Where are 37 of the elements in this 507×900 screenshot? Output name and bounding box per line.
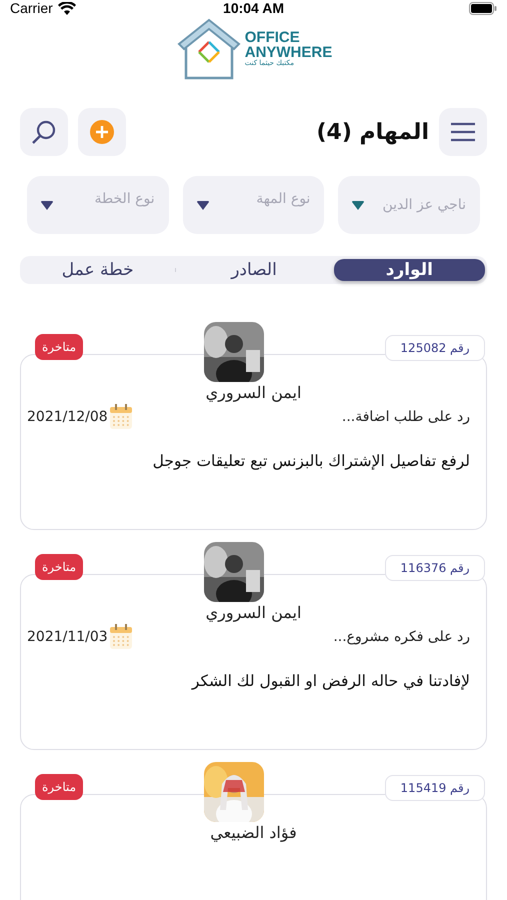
page-title: المهام (4): [315, 120, 429, 144]
menu-icon: [450, 122, 476, 142]
tab[interactable]: خطة عمل: [22, 259, 174, 281]
calendar-icon: [108, 404, 133, 430]
menu-button[interactable]: [439, 108, 487, 156]
search-button[interactable]: [20, 108, 68, 156]
task-card[interactable]: فؤاد الضبيعي: [20, 794, 487, 900]
search-icon: [31, 119, 57, 145]
tab[interactable]: الوارد: [334, 259, 485, 281]
task-subject: رد على طلب اضافة...: [342, 409, 470, 425]
logo-text: OFFICE: [244, 30, 301, 44]
status-time: 10:04 AM: [223, 0, 284, 16]
person-name: ايمن السروري: [206, 603, 302, 622]
logo-text: ANYWHERE: [244, 44, 332, 60]
status-badge: متاخرة: [35, 774, 84, 800]
dropdown-caret-icon: [196, 200, 209, 210]
task-number: رقم 116376: [385, 555, 485, 581]
battery-icon: [469, 2, 498, 14]
carrier-label: Carrier: [10, 0, 53, 16]
dropdown-caret-icon: [352, 200, 364, 210]
person-name: ايمن السروري: [206, 383, 302, 402]
task-number: رقم 125082: [385, 335, 485, 361]
task-date: 2021/11/03: [27, 629, 108, 645]
task-date: 2021/12/08: [27, 409, 108, 425]
task-description: لرفع تفاصيل الإشتراك بالبزنس تبع تعليقات جوجل: [152, 452, 470, 470]
person-name: فؤاد الضبيعي: [210, 823, 297, 842]
task-subject: رد على فكره مشروع...: [333, 629, 470, 645]
wifi-icon: [58, 2, 76, 14]
status-badge: متاخرة: [35, 334, 84, 360]
calendar-icon: [108, 624, 133, 650]
status-badge: متاخرة: [35, 554, 84, 580]
task-number: رقم 115419: [385, 775, 485, 801]
house-logo-icon: [174, 16, 243, 80]
tab[interactable]: الصادر: [178, 259, 330, 281]
plus-icon: [90, 120, 114, 144]
task-description: لإفادتنا في حاله الرفض او القبول لك الشكر: [190, 672, 470, 690]
dropdown-caret-icon: [40, 200, 53, 210]
